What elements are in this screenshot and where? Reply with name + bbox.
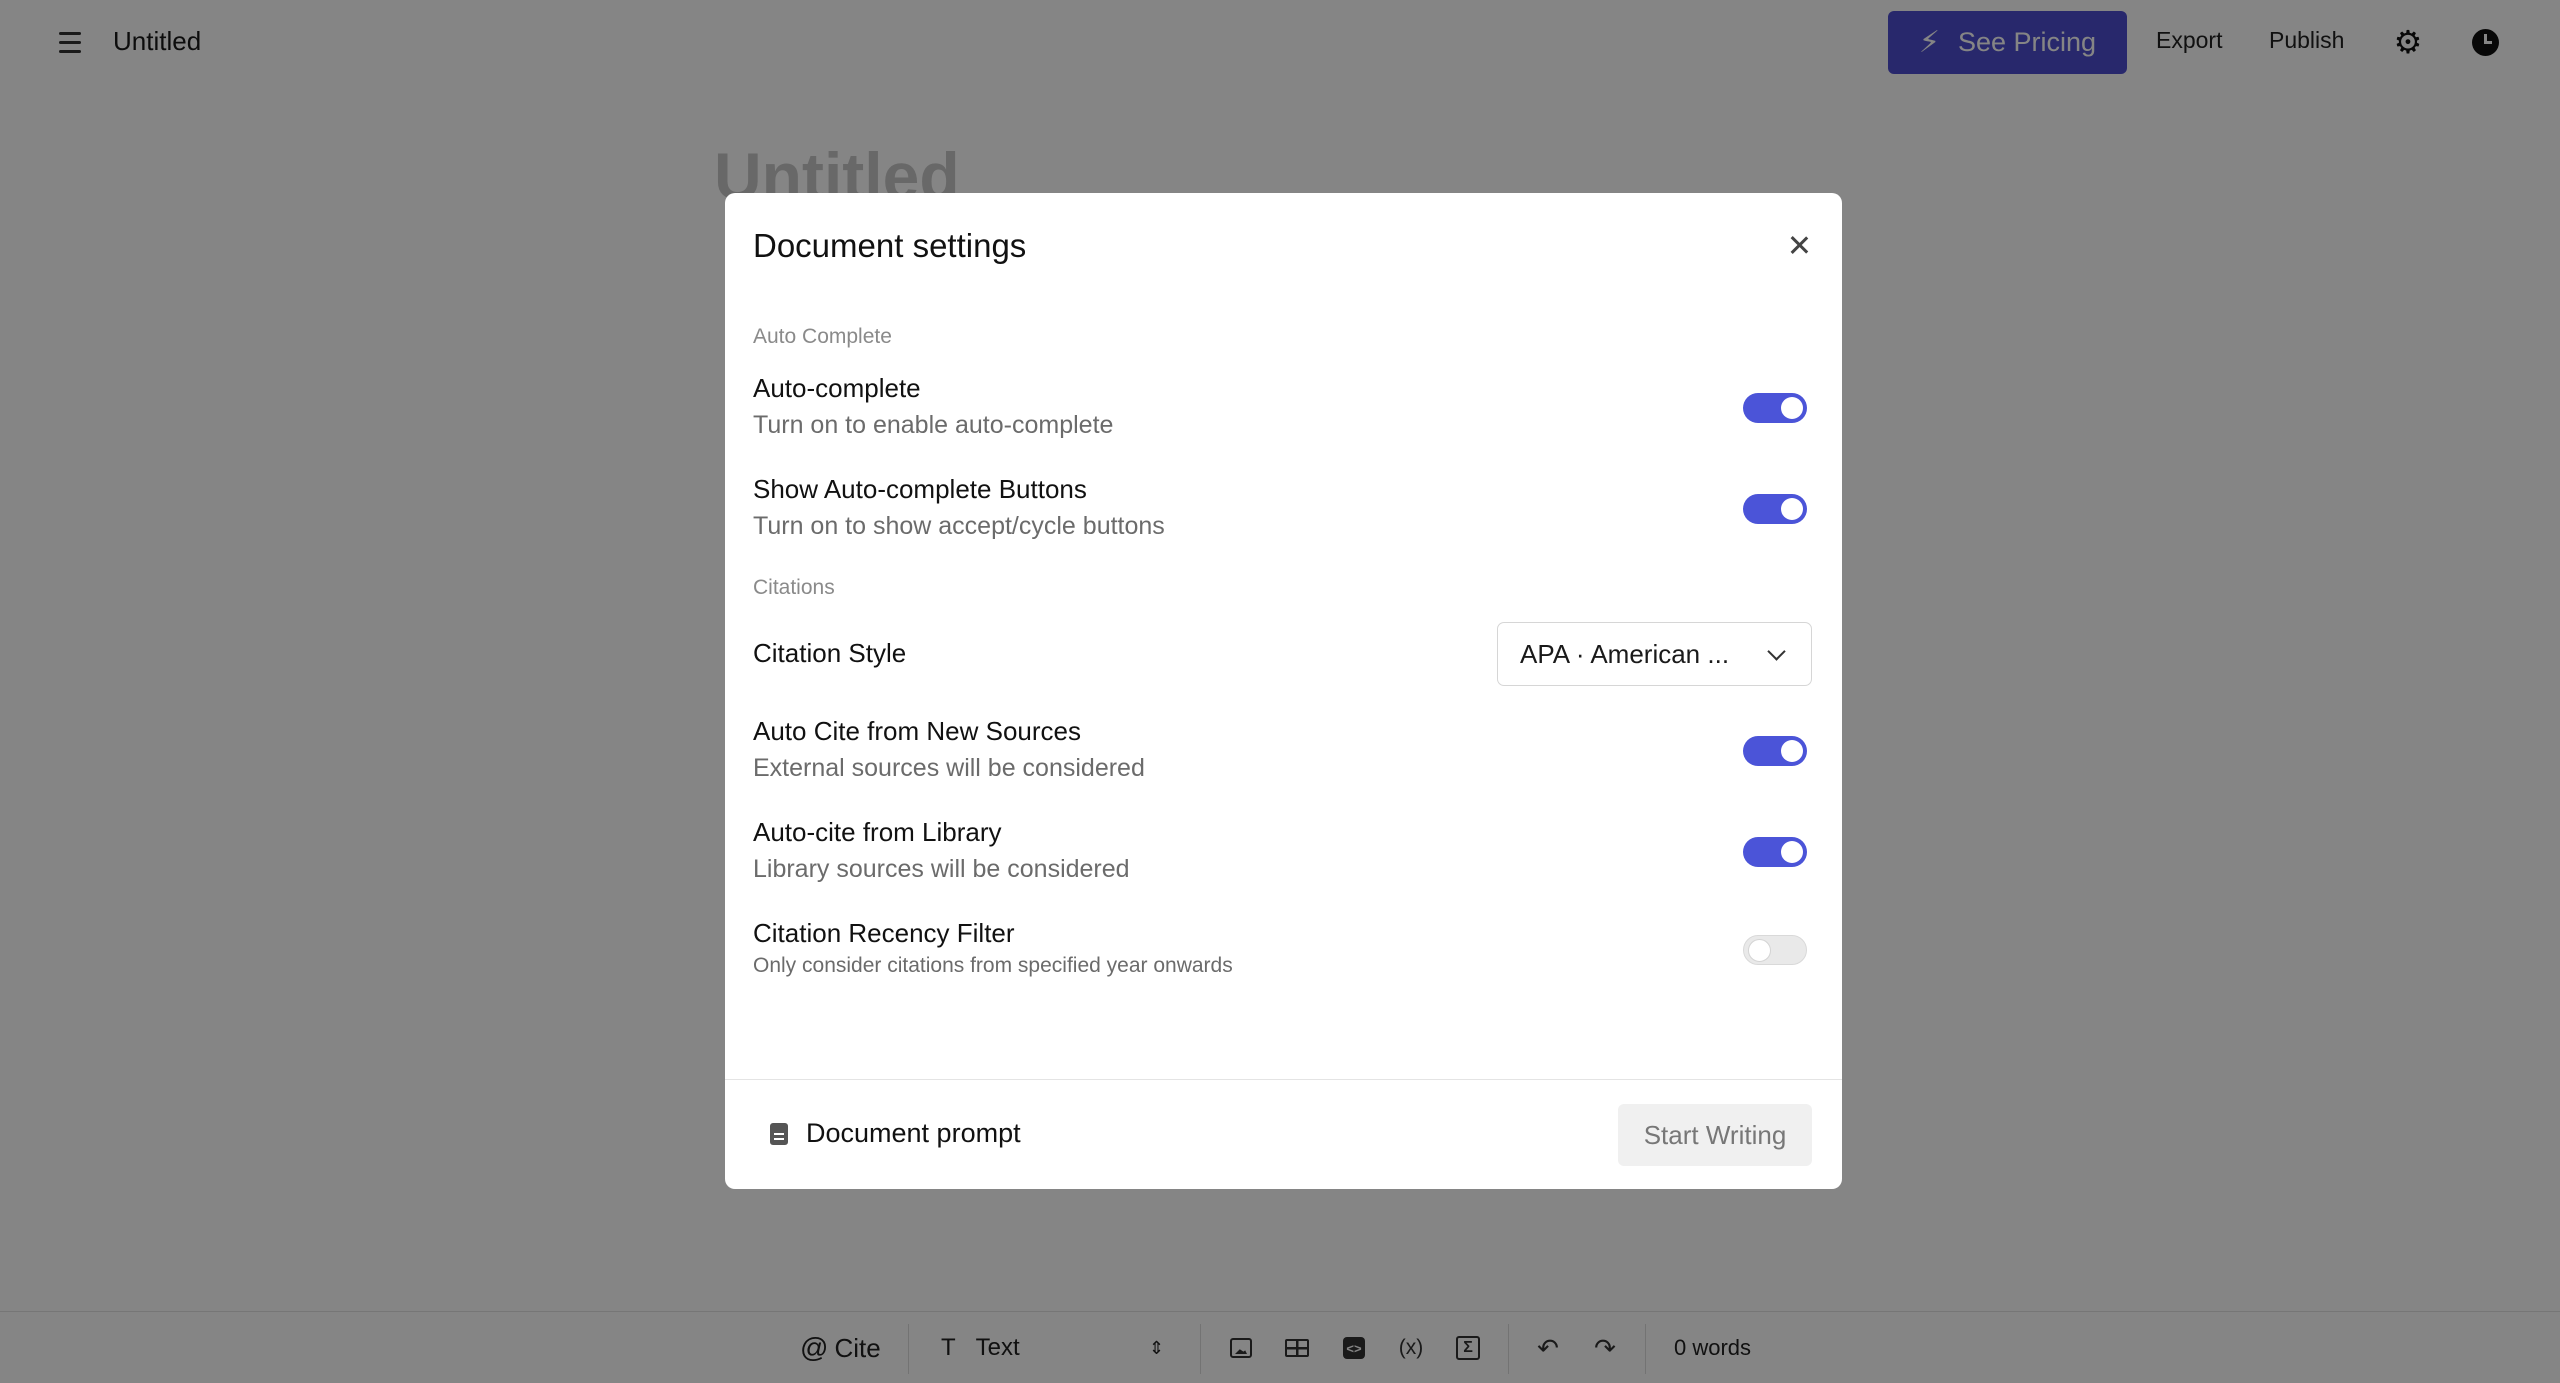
recency-filter-title: Citation Recency Filter: [753, 918, 1015, 948]
section-label-auto-complete: Auto Complete: [753, 325, 892, 348]
auto-cite-new-desc: External sources will be considered: [753, 754, 1145, 782]
close-icon[interactable]: [1785, 231, 1813, 259]
dialog-footer: Document prompt Start Writing: [725, 1079, 1842, 1189]
document-settings-dialog: Document settings Auto Complete Auto-com…: [725, 193, 1842, 1189]
citation-style-title: Citation Style: [753, 638, 907, 668]
recency-filter-toggle[interactable]: [1743, 935, 1807, 965]
chevron-down-icon: [1767, 642, 1786, 661]
dialog-title: Document settings: [753, 227, 1027, 264]
recency-filter-desc: Only consider citations from specified y…: [753, 954, 1233, 977]
auto-complete-title: Auto-complete: [753, 373, 921, 403]
citation-style-select[interactable]: APA · American ...: [1497, 622, 1812, 686]
document-prompt-button[interactable]: Document prompt: [770, 1118, 1021, 1149]
auto-cite-library-desc: Library sources will be considered: [753, 855, 1130, 883]
auto-cite-new-title: Auto Cite from New Sources: [753, 716, 1082, 746]
document-icon: [770, 1122, 788, 1145]
show-buttons-toggle[interactable]: [1743, 494, 1807, 524]
auto-cite-library-toggle[interactable]: [1743, 837, 1807, 867]
show-buttons-desc: Turn on to show accept/cycle buttons: [753, 512, 1165, 540]
start-writing-button[interactable]: Start Writing: [1618, 1104, 1812, 1166]
show-buttons-title: Show Auto-complete Buttons: [753, 474, 1087, 504]
auto-cite-new-toggle[interactable]: [1743, 736, 1807, 766]
section-label-citations: Citations: [753, 576, 835, 599]
document-prompt-label: Document prompt: [806, 1118, 1021, 1148]
auto-complete-toggle[interactable]: [1743, 393, 1807, 423]
citation-style-value: APA · American ...: [1520, 638, 1730, 669]
auto-complete-desc: Turn on to enable auto-complete: [753, 411, 1114, 439]
auto-cite-library-title: Auto-cite from Library: [753, 817, 1002, 847]
